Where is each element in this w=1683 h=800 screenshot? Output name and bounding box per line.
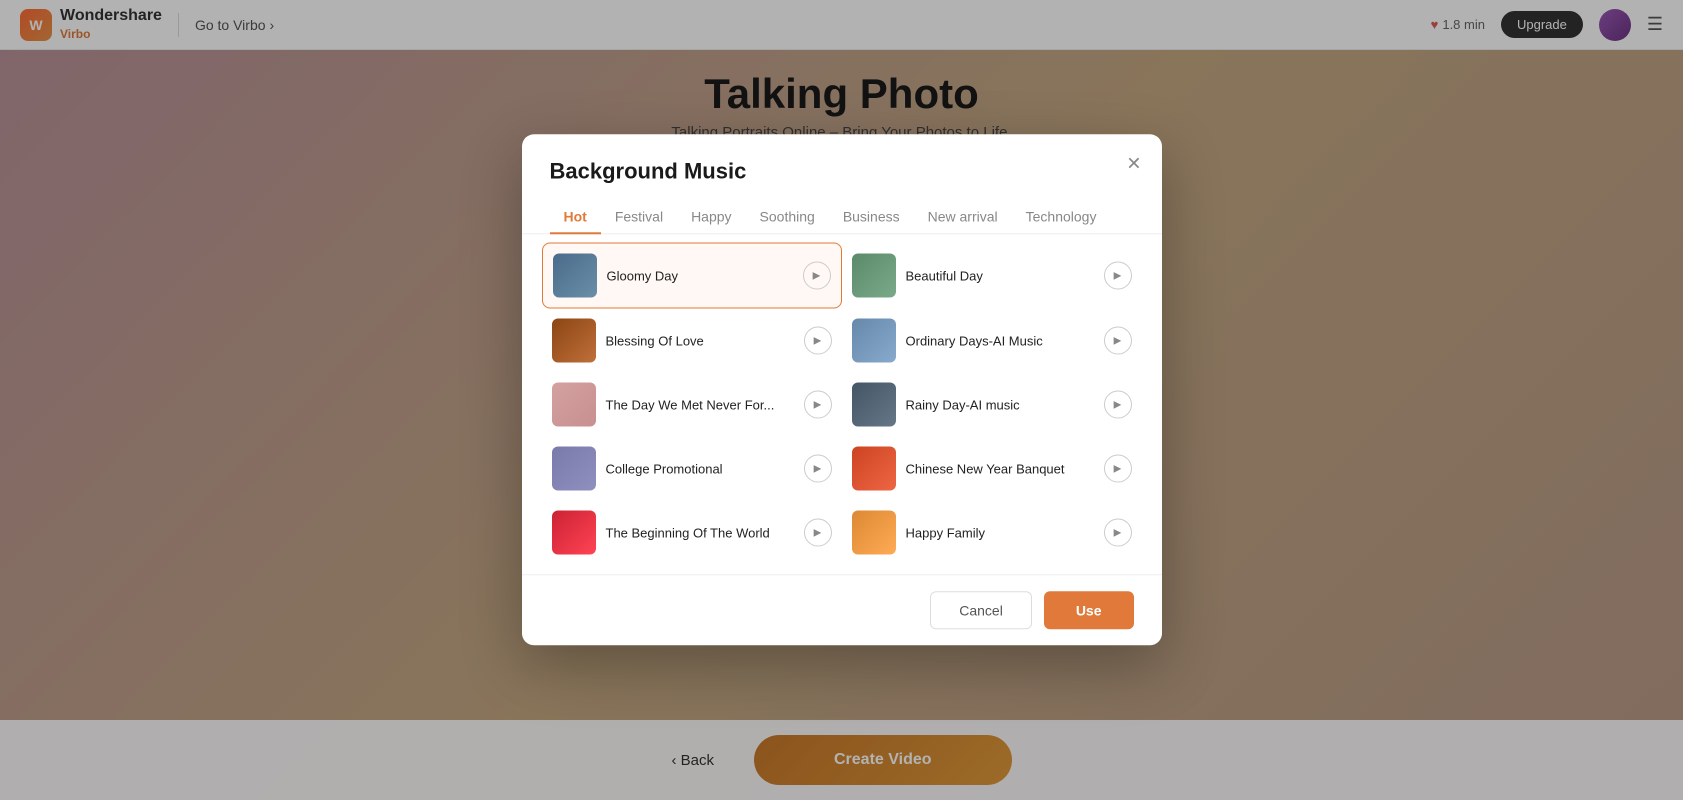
play-button-rainy[interactable]: ▶ [1104,390,1132,418]
music-item-blessing-of-love[interactable]: Blessing Of Love ▶ [542,308,842,372]
music-name-beginning: The Beginning Of The World [606,525,794,540]
play-button-newyear[interactable]: ▶ [1104,454,1132,482]
background-music-modal: Background Music ✕ Hot Festival Happy So… [522,134,1162,645]
play-button-beginning[interactable]: ▶ [804,518,832,546]
tab-hot[interactable]: Hot [550,200,601,234]
music-item-rainy[interactable]: Rainy Day-AI music ▶ [842,372,1142,436]
play-button-happy-family[interactable]: ▶ [1104,518,1132,546]
use-button[interactable]: Use [1044,591,1134,629]
music-thumb-rainy [852,382,896,426]
play-button-ordinary[interactable]: ▶ [1104,326,1132,354]
music-thumb-college [552,446,596,490]
music-item-china-market[interactable]: China Market ▶ [842,564,1142,574]
music-item-beautiful-day[interactable]: Beautiful Day ▶ [842,242,1142,308]
music-thumb-happy-family [852,510,896,554]
music-thumb-day-met [552,382,596,426]
modal-close-button[interactable]: ✕ [1126,154,1141,172]
music-name-beautiful-day: Beautiful Day [906,268,1094,283]
music-item-newyear[interactable]: Chinese New Year Banquet ▶ [842,436,1142,500]
music-name-day-met: The Day We Met Never For... [606,397,794,412]
music-name-newyear: Chinese New Year Banquet [906,461,1094,476]
music-item-ordinary[interactable]: Ordinary Days-AI Music ▶ [842,308,1142,372]
tab-business[interactable]: Business [829,200,914,234]
music-item-gloomy-day[interactable]: Gloomy Day ▶ [542,242,842,308]
music-name-gloomy-day: Gloomy Day [607,268,793,283]
tab-festival[interactable]: Festival [601,200,677,234]
music-name-ordinary: Ordinary Days-AI Music [906,333,1094,348]
play-button-college[interactable]: ▶ [804,454,832,482]
play-button-blessing[interactable]: ▶ [804,326,832,354]
cancel-button[interactable]: Cancel [930,591,1032,629]
tab-happy[interactable]: Happy [677,200,745,234]
music-item-beginning[interactable]: The Beginning Of The World ▶ [542,500,842,564]
music-name-college: College Promotional [606,461,794,476]
music-thumb-newyear [852,446,896,490]
play-button-gloomy-day[interactable]: ▶ [803,261,831,289]
modal-header: Background Music ✕ [522,134,1162,184]
music-thumb-blessing [552,318,596,362]
tab-technology[interactable]: Technology [1012,200,1111,234]
music-thumb-ordinary [852,318,896,362]
music-name-rainy: Rainy Day-AI music [906,397,1094,412]
music-item-college[interactable]: College Promotional ▶ [542,436,842,500]
music-item-happy-family[interactable]: Happy Family ▶ [842,500,1142,564]
music-item-day-met[interactable]: The Day We Met Never For... ▶ [542,372,842,436]
music-list: Gloomy Day ▶ Beautiful Day ▶ Blessing Of… [522,234,1162,574]
music-thumb-gloomy-day [553,253,597,297]
music-thumb-beautiful-day [852,253,896,297]
play-button-day-met[interactable]: ▶ [804,390,832,418]
music-name-happy-family: Happy Family [906,525,1094,540]
tab-new-arrival[interactable]: New arrival [914,200,1012,234]
tab-soothing[interactable]: Soothing [746,200,829,234]
music-item-chime[interactable]: Chinese Chime ▶ [542,564,842,574]
modal-footer: Cancel Use [522,574,1162,645]
music-thumb-beginning [552,510,596,554]
music-tabs: Hot Festival Happy Soothing Business New… [522,184,1162,234]
play-button-beautiful-day[interactable]: ▶ [1104,261,1132,289]
modal-title: Background Music [550,158,1134,184]
music-name-blessing: Blessing Of Love [606,333,794,348]
